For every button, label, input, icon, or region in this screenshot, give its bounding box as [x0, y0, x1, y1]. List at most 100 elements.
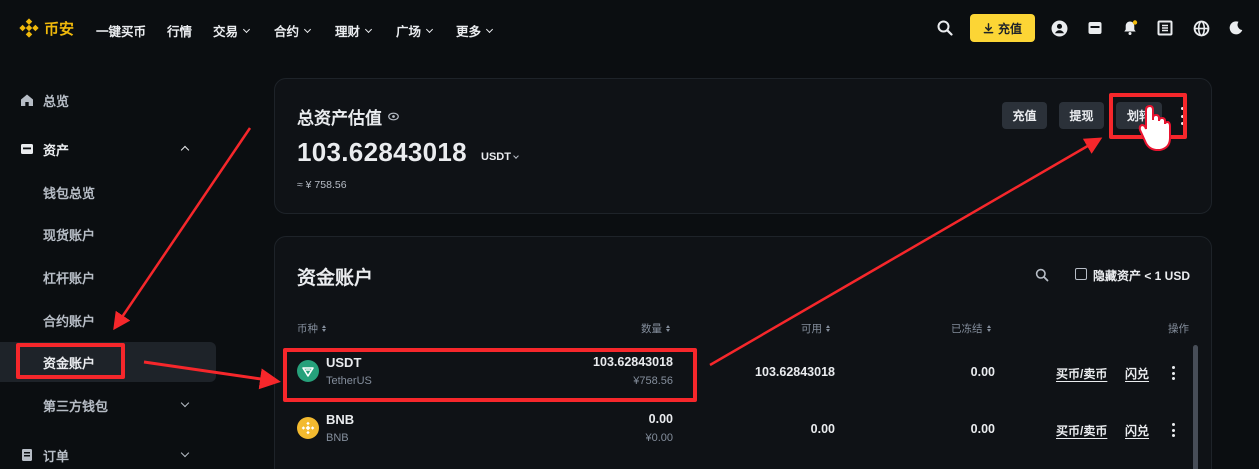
coin-available: 0.00 — [810, 422, 835, 436]
nav-item-quick-buy[interactable]: 一键买币 — [96, 21, 146, 40]
sort-icon — [826, 325, 830, 332]
table-row-bnb[interactable]: BNB BNB 0.00 ¥0.00 0.00 0.00 买币/卖币 闪兑 — [275, 402, 1213, 459]
chevron-up-icon — [180, 145, 190, 155]
coin-frozen: 0.00 — [970, 365, 995, 379]
column-header-label: 数量 — [641, 323, 662, 335]
asset-summary-title: 总资产估值 — [297, 104, 399, 129]
coin-frozen: 0.00 — [970, 422, 995, 436]
deposit-label: 充值 — [997, 21, 1022, 36]
deposit-button[interactable]: 充值 — [970, 14, 1035, 42]
wallet-icon — [21, 144, 33, 154]
sidebar-item-third-party-wallet[interactable]: 第三方钱包 — [0, 385, 216, 425]
chevron-down-icon — [425, 25, 434, 33]
chevron-down-icon — [242, 25, 251, 33]
bnb-coin-icon — [297, 417, 319, 439]
buy-sell-link[interactable]: 买币/卖币 — [1056, 422, 1107, 439]
sidebar-item-label: 资产 — [43, 142, 70, 158]
column-header-available[interactable]: 可用 — [801, 321, 830, 336]
total-asset-amount: 103.62843018 — [297, 137, 467, 167]
coin-amount: 0.00 — [648, 412, 673, 426]
column-header-frozen[interactable]: 已冻结 — [951, 321, 991, 336]
logo-text: 币安 — [44, 20, 75, 38]
search-icon[interactable] — [936, 19, 954, 37]
binance-logo[interactable]: 币安 — [18, 17, 74, 39]
hide-small-assets-label: 隐藏资产 < 1 USD — [1093, 269, 1191, 283]
nav-label: 一键买币 — [96, 25, 147, 39]
nav-label: 行情 — [167, 25, 193, 39]
column-header-amount[interactable]: 数量 — [641, 321, 670, 336]
asset-summary-card: 总资产估值 103.62843018 USDT ≈ ¥ 758.56 充值 提现… — [274, 78, 1212, 214]
download-icon — [983, 22, 994, 33]
coin-amount-cny: ¥0.00 — [645, 432, 673, 444]
table-scrollbar[interactable] — [1193, 345, 1198, 469]
column-header-label: 操作 — [1168, 323, 1189, 335]
wallet-icon[interactable] — [1086, 19, 1104, 37]
chevron-down-icon — [303, 25, 312, 33]
nav-item-more[interactable]: 更多 — [456, 21, 494, 40]
coin-name: BNB — [326, 432, 349, 444]
sidebar-item-margin-account[interactable]: 杠杆账户 — [0, 257, 216, 297]
hide-small-assets-checkbox[interactable] — [1075, 268, 1087, 280]
withdraw-label: 提现 — [1069, 109, 1094, 123]
sidebar-item-label: 钱包总览 — [43, 185, 96, 201]
bell-icon[interactable] — [1121, 19, 1139, 37]
coin-symbol: BNB — [326, 412, 355, 427]
sort-icon — [666, 325, 670, 332]
nav-label: 合约 — [274, 25, 300, 39]
sidebar-item-assets[interactable]: 资产 — [0, 129, 216, 169]
highlight-transfer-button — [1109, 93, 1187, 139]
chevron-down-icon — [180, 448, 190, 458]
coin-available: 103.62843018 — [755, 365, 835, 379]
orders-icon — [22, 449, 32, 461]
sidebar-item-label: 第三方钱包 — [43, 398, 109, 414]
sidebar-item-label: 杠杆账户 — [43, 270, 96, 286]
home-icon — [21, 94, 33, 106]
sidebar-item-overview[interactable]: 总览 — [0, 80, 216, 120]
nav-label: 广场 — [396, 25, 422, 39]
withdraw-button[interactable]: 提现 — [1059, 102, 1104, 129]
column-header-coin[interactable]: 币种 — [297, 321, 326, 336]
search-icon[interactable] — [1035, 268, 1049, 282]
sidebar-item-label: 订单 — [43, 448, 70, 464]
convert-link[interactable]: 闪兑 — [1125, 365, 1149, 382]
moon-icon[interactable] — [1227, 19, 1245, 37]
sidebar-item-spot-account[interactable]: 现货账户 — [0, 214, 216, 254]
column-header-label: 币种 — [297, 323, 318, 335]
asset-unit-selector[interactable]: USDT — [481, 151, 519, 163]
user-icon[interactable] — [1050, 19, 1068, 37]
buy-sell-link[interactable]: 买币/卖币 — [1056, 365, 1107, 382]
sidebar-item-label: 总览 — [43, 93, 70, 109]
nav-label: 理财 — [335, 25, 361, 39]
nav-label: 更多 — [456, 25, 482, 39]
chevron-down-icon — [180, 398, 190, 408]
row-more-icon[interactable] — [1171, 423, 1175, 437]
row-more-icon[interactable] — [1171, 366, 1175, 380]
binance-logo-icon — [19, 18, 39, 38]
asset-unit-label: USDT — [481, 151, 511, 163]
sort-icon — [986, 325, 991, 332]
sidebar-item-orders[interactable]: 订单 — [0, 435, 216, 469]
convert-link[interactable]: 闪兑 — [1125, 422, 1149, 439]
sort-icon — [322, 325, 326, 332]
deposit-label: 充值 — [1012, 109, 1037, 123]
globe-icon[interactable] — [1192, 19, 1210, 37]
column-header-label: 已冻结 — [951, 323, 983, 335]
highlight-usdt-row — [283, 348, 697, 402]
nav-item-markets[interactable]: 行情 — [167, 21, 192, 40]
column-header-label: 可用 — [801, 323, 822, 335]
nav-item-futures[interactable]: 合约 — [274, 21, 312, 40]
nav-item-square[interactable]: 广场 — [396, 21, 434, 40]
highlight-funding-account-sidebar — [16, 343, 125, 379]
nav-item-earn[interactable]: 理财 — [335, 21, 373, 40]
column-header-action: 操作 — [1168, 321, 1189, 336]
sidebar-item-futures-account[interactable]: 合约账户 — [0, 300, 216, 340]
nav-label: 交易 — [213, 25, 239, 39]
chevron-down-icon — [364, 25, 373, 33]
eye-icon[interactable] — [388, 111, 399, 122]
chevron-down-icon — [485, 25, 494, 33]
sidebar-item-wallet-overview[interactable]: 钱包总览 — [0, 172, 216, 212]
top-navbar: 币安 一键买币 行情 交易 合约 理财 广场 更多 充值 — [0, 0, 1259, 58]
nav-item-trade[interactable]: 交易 — [213, 21, 251, 40]
download-icon[interactable] — [1156, 19, 1174, 37]
deposit-button[interactable]: 充值 — [1002, 102, 1047, 129]
